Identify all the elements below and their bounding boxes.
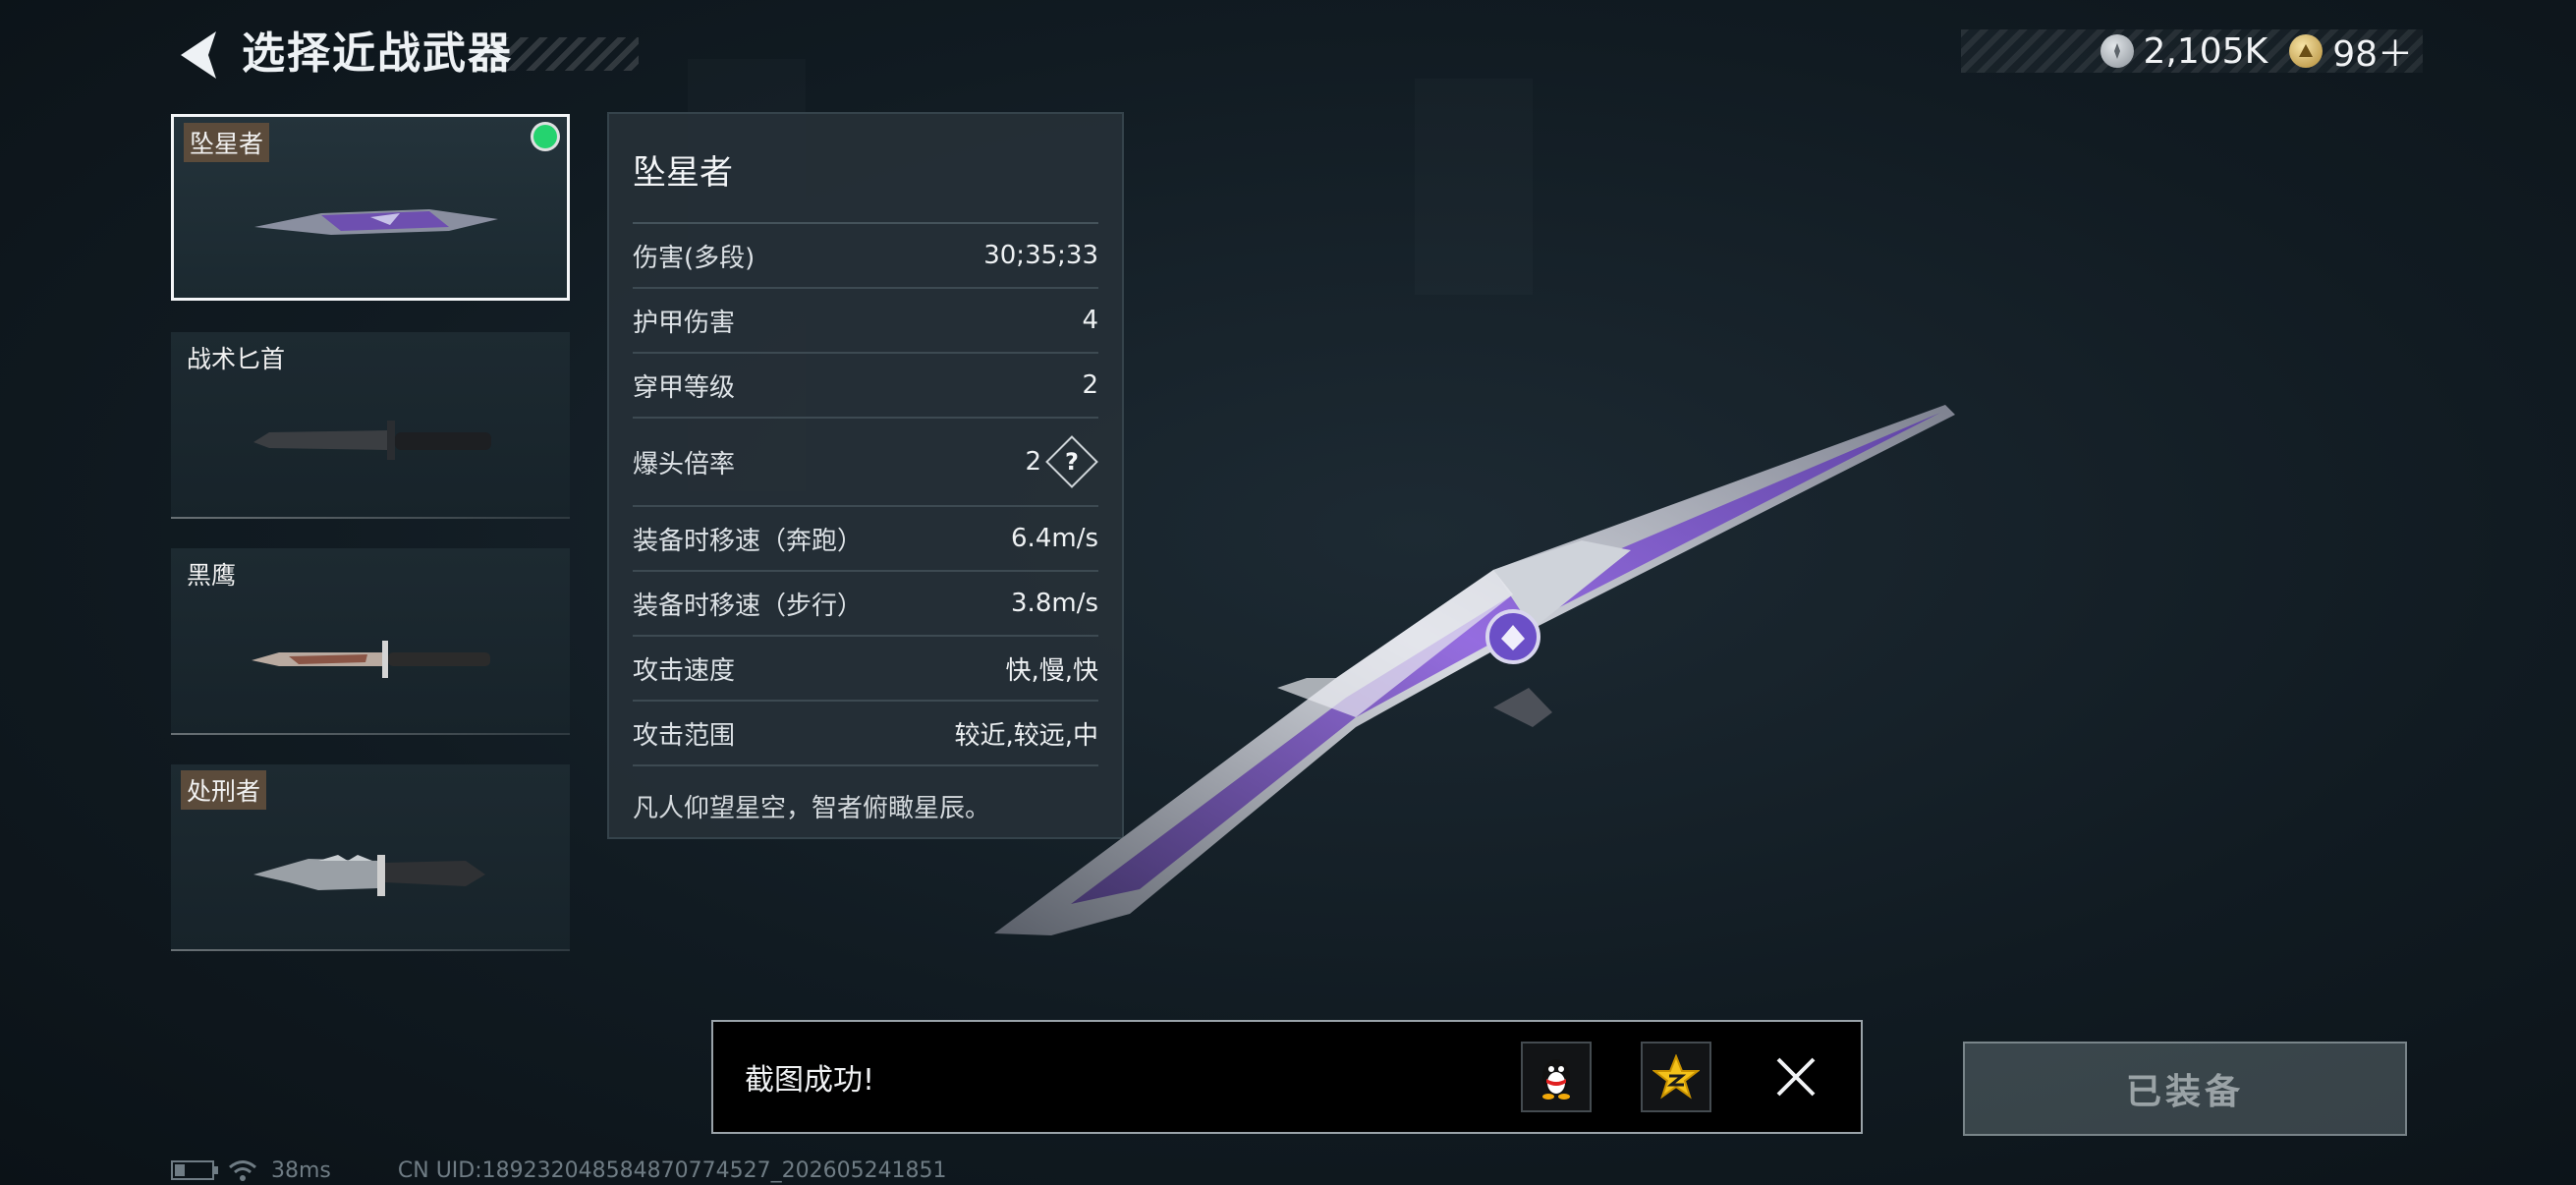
weapon-card-label: 战术匕首 [187, 345, 286, 373]
currency-silver[interactable]: 2,105K [2100, 31, 2268, 72]
gold-coin-icon [2289, 34, 2324, 68]
currency-gold[interactable]: 98＋ [2289, 26, 2413, 77]
stat-label: 爆头倍率 [633, 449, 736, 480]
battery-icon [171, 1160, 218, 1180]
toast-close-button[interactable] [1761, 1042, 1831, 1112]
back-button[interactable] [165, 24, 234, 86]
weapon-card-label: 黑鹰 [187, 561, 237, 590]
equipped-indicator [533, 125, 557, 148]
weapon-card-label: 处刑者 [181, 770, 267, 810]
starfall-knife-icon [254, 209, 498, 235]
weapon-card-label: 坠星者 [184, 123, 270, 162]
stat-label: 攻击范围 [633, 720, 736, 751]
stat-label: 护甲伤害 [633, 308, 736, 338]
stats-weapon-name: 坠星者 [633, 114, 1098, 224]
stat-label: 装备时移速（步行） [633, 591, 864, 621]
equipped-button[interactable]: 已装备 [1963, 1042, 2407, 1136]
ping-value: 38ms [271, 1157, 331, 1183]
weapon-card-starfall[interactable]: 坠星者 [171, 114, 570, 301]
stat-value: 30;35;33 [983, 241, 1098, 270]
toast-message: 截图成功! [745, 1063, 875, 1098]
qzone-star-icon [1652, 1054, 1700, 1100]
wifi-icon [229, 1160, 256, 1181]
stat-label: 伤害(多段) [633, 243, 756, 273]
share-qzone-button[interactable] [1641, 1042, 1711, 1112]
back-arrow-icon [181, 31, 216, 79]
currency-silver-value: 2,105K [2143, 30, 2268, 72]
status-footer: 38ms CN UID:18923204858487077452​7_20260… [171, 1156, 947, 1185]
weapon-card-tactical-dagger[interactable]: 战术匕首 [171, 332, 570, 519]
stat-row-damage: 伤害(多段) 30;35;33 [633, 224, 1098, 289]
weapon-card-executioner[interactable]: 处刑者 [171, 764, 570, 951]
qq-penguin-icon [1542, 1059, 1570, 1100]
stat-label: 装备时移速（奔跑） [633, 526, 864, 556]
tactical-dagger-icon [253, 421, 491, 460]
screenshot-toast: 截图成功! [711, 1020, 1863, 1134]
stat-value: 4 [1082, 306, 1098, 335]
page-title: 选择近战武器 [242, 28, 513, 79]
weapon-card-black-hawk[interactable]: 黑鹰 [171, 548, 570, 735]
share-qq-button[interactable] [1521, 1042, 1592, 1112]
stat-label: 穿甲等级 [633, 372, 736, 403]
background-panel [1415, 79, 1533, 295]
currency-gold-value: 98＋ [2332, 34, 2413, 75]
title-decoration [481, 37, 639, 71]
user-uid: CN UID:18923204858487077452​7_2026052418… [397, 1157, 947, 1183]
starfall-knife-3d-icon [994, 405, 1955, 935]
black-hawk-knife-icon [252, 641, 490, 678]
stat-row-armor-damage: 护甲伤害 4 [633, 289, 1098, 354]
stat-label: 攻击速度 [633, 655, 736, 686]
silver-coin-icon [2100, 34, 2134, 68]
close-icon [1776, 1057, 1816, 1097]
executioner-knife-icon [253, 855, 485, 896]
currency-bar: 2,105K 98＋ [1961, 29, 2423, 75]
